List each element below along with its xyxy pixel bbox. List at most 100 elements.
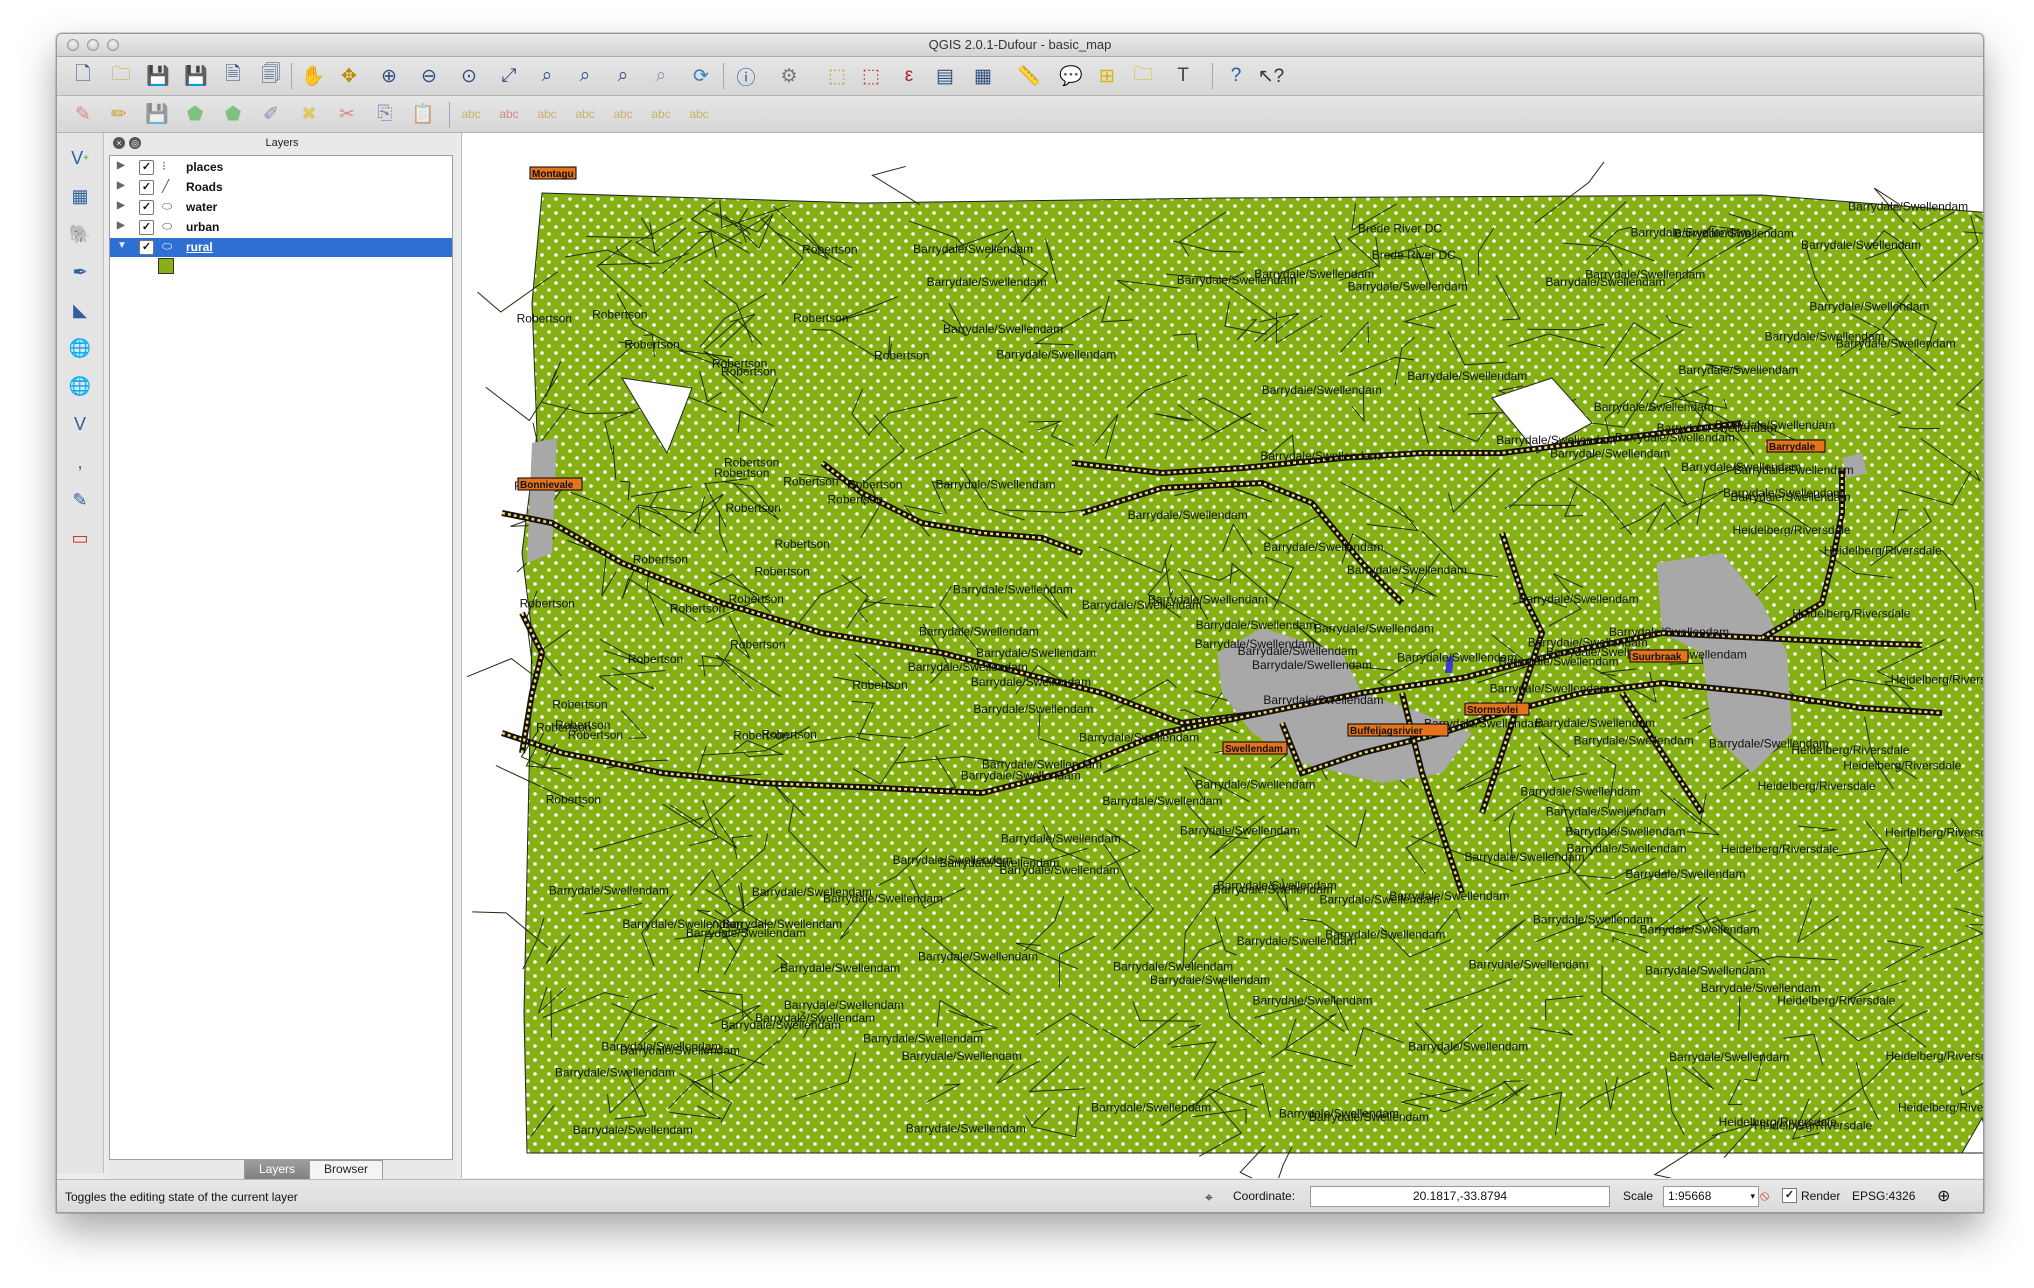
tab-layers[interactable]: Layers	[244, 1160, 311, 1181]
zoom-selection-icon[interactable]: ⌕	[533, 62, 561, 90]
layer-row-rural[interactable]: ▼ ✓ ⬭ rural	[110, 238, 452, 257]
region-label: Barrydale/Swellendam	[1347, 563, 1467, 577]
region-label: Heidelberg/Riversdale	[1792, 606, 1910, 620]
cut-icon[interactable]: ✂	[333, 100, 361, 128]
help-icon[interactable]: ?	[1222, 62, 1250, 90]
current-edits-icon[interactable]: ✎	[69, 100, 97, 128]
coordinate-field[interactable]: 20.1817,-33.8794	[1310, 1186, 1610, 1207]
new-bookmark-icon[interactable]: ⊞	[1093, 62, 1121, 90]
region-label: Barrydale/Swellendam	[1195, 777, 1315, 791]
new-shapefile-icon[interactable]: ✎	[65, 485, 95, 515]
save-project-icon[interactable]: 💾	[144, 62, 172, 90]
delete-selected-icon[interactable]: ✖	[295, 100, 323, 128]
stop-render-icon[interactable]: ⦸	[1760, 1187, 1769, 1204]
zoom-in-icon[interactable]: ⊕	[375, 62, 403, 90]
layers-panel-header: × ◎ Layers	[107, 133, 457, 153]
add-wms-layer-icon[interactable]: 🌐	[65, 333, 95, 363]
rotate-label-icon[interactable]: abc	[609, 100, 637, 128]
save-edits-icon[interactable]: 💾	[143, 100, 171, 128]
zoom-last-icon[interactable]: ⌕	[609, 62, 637, 90]
layer-row-roads[interactable]: ▶ ✓ ╱ Roads	[110, 178, 452, 197]
expand-arrow-icon[interactable]: ▶	[117, 200, 125, 211]
region-label: Robertson	[754, 564, 809, 578]
tab-browser[interactable]: Browser	[309, 1160, 384, 1181]
layer-visibility-checkbox[interactable]: ✓	[139, 180, 154, 195]
attribute-table-icon[interactable]: ▤	[931, 62, 959, 90]
text-annotation-icon[interactable]: T	[1169, 62, 1197, 90]
save-as-icon[interactable]: 💾	[182, 62, 210, 90]
add-vector-layer-icon[interactable]: V +	[65, 143, 95, 173]
layer-visibility-checkbox[interactable]: ✓	[139, 240, 154, 255]
move-label-icon[interactable]: abc	[571, 100, 599, 128]
zoom-layer-icon[interactable]: ⌕	[571, 62, 599, 90]
expand-arrow-icon[interactable]: ▶	[117, 180, 125, 191]
layer-row-urban[interactable]: ▶ ✓ ⬭ urban	[110, 218, 452, 237]
add-wcs-layer-icon[interactable]: 🌐	[65, 371, 95, 401]
move-feature-icon[interactable]: ⬟	[219, 100, 247, 128]
add-feature-icon[interactable]: ⬟	[181, 100, 209, 128]
place-label: Suurbraak	[1632, 652, 1682, 663]
new-project-icon[interactable]: 🗋	[69, 62, 97, 90]
zoom-out-icon[interactable]: ⊖	[415, 62, 443, 90]
render-checkbox[interactable]: ✓	[1782, 1188, 1797, 1203]
scale-select[interactable]: 1:95668 ▾	[1663, 1186, 1759, 1207]
change-label-icon[interactable]: abc	[647, 100, 675, 128]
layer-row-water[interactable]: ▶ ✓ ⬭ water	[110, 198, 452, 217]
collapse-arrow-icon[interactable]: ▼	[117, 240, 127, 251]
toggle-editing-icon[interactable]: ✏	[105, 100, 133, 128]
map-render[interactable]: Barrydale/Swellendam Barrydale/Swellendam…	[462, 133, 1983, 1178]
show-labels-icon[interactable]: abc	[533, 100, 561, 128]
copy-icon[interactable]: ⎘	[371, 100, 399, 128]
label-icon[interactable]: abc	[457, 100, 485, 128]
map-tips-icon[interactable]: 💬	[1057, 62, 1085, 90]
layer-visibility-checkbox[interactable]: ✓	[139, 160, 154, 175]
select-features-icon[interactable]: ⬚	[823, 62, 851, 90]
region-label: Heidelberg/Riversdale	[1885, 826, 1983, 840]
region-label: Robertson	[802, 243, 857, 257]
deselect-icon[interactable]: ⬚	[857, 62, 885, 90]
select-icon[interactable]: ⚙	[775, 62, 803, 90]
paste-icon[interactable]: 📋	[409, 100, 437, 128]
expand-arrow-icon[interactable]: ▶	[117, 220, 125, 231]
pan-icon[interactable]: ✋	[299, 62, 327, 90]
measure-icon[interactable]: 📏	[1015, 62, 1043, 90]
refresh-icon[interactable]: ⟳	[687, 62, 715, 90]
region-label: Robertson	[775, 537, 830, 551]
add-raster-layer-icon[interactable]: ▦	[65, 181, 95, 211]
statistics-icon[interactable]: ▦	[969, 62, 997, 90]
crs-label[interactable]: EPSG:4326	[1852, 1189, 1915, 1203]
zoom-actual-icon[interactable]: ⊙	[455, 62, 483, 90]
add-mssql-layer-icon[interactable]: ◣	[65, 295, 95, 325]
whats-this-icon[interactable]: ↖?	[1257, 62, 1285, 90]
label-properties-icon[interactable]: abc	[685, 100, 713, 128]
region-label: Barrydale/Swellendam	[1631, 225, 1751, 239]
layer-visibility-checkbox[interactable]: ✓	[139, 200, 154, 215]
region-label: Robertson	[733, 728, 788, 742]
new-print-composer-icon[interactable]: 🗎	[219, 62, 247, 90]
expand-arrow-icon[interactable]: ▶	[117, 160, 125, 171]
region-label: Barrydale/Swellendam	[573, 1123, 693, 1137]
pin-labels-icon[interactable]: abc	[495, 100, 523, 128]
region-label: Robertson	[793, 311, 848, 325]
mouse-coordinate-toggle-icon[interactable]: ⌖	[1205, 1189, 1213, 1206]
pan-to-selection-icon[interactable]: ✥	[335, 62, 363, 90]
zoom-full-icon[interactable]: ⤢	[495, 62, 523, 90]
identify-icon[interactable]: ⓘ	[732, 62, 760, 90]
region-label: Robertson	[852, 678, 907, 692]
add-spatialite-layer-icon[interactable]: ✒	[65, 257, 95, 287]
remove-layer-icon[interactable]: ▭	[65, 523, 95, 553]
add-wfs-layer-icon[interactable]: V	[65, 409, 95, 439]
field-calculator-icon[interactable]: ε	[895, 62, 923, 90]
crs-status-icon[interactable]: ⊕	[1937, 1186, 1950, 1206]
add-delimited-text-icon[interactable]: ,	[65, 447, 95, 477]
open-project-icon[interactable]: 🗀	[107, 62, 135, 90]
layer-visibility-checkbox[interactable]: ✓	[139, 220, 154, 235]
show-bookmarks-icon[interactable]: 🗀	[1129, 62, 1157, 90]
zoom-next-icon[interactable]: ⌕	[647, 62, 675, 90]
layer-row-places[interactable]: ▶ ✓ ⁝ places	[110, 158, 452, 177]
add-postgis-layer-icon[interactable]: 🐘	[65, 219, 95, 249]
map-canvas[interactable]: Barrydale/Swellendam Barrydale/Swellendam…	[461, 133, 1983, 1178]
composer-manager-icon[interactable]: 🗐	[257, 62, 285, 90]
node-tool-icon[interactable]: ✐	[257, 100, 285, 128]
polygon-symbol-icon: ⬭	[162, 219, 173, 233]
